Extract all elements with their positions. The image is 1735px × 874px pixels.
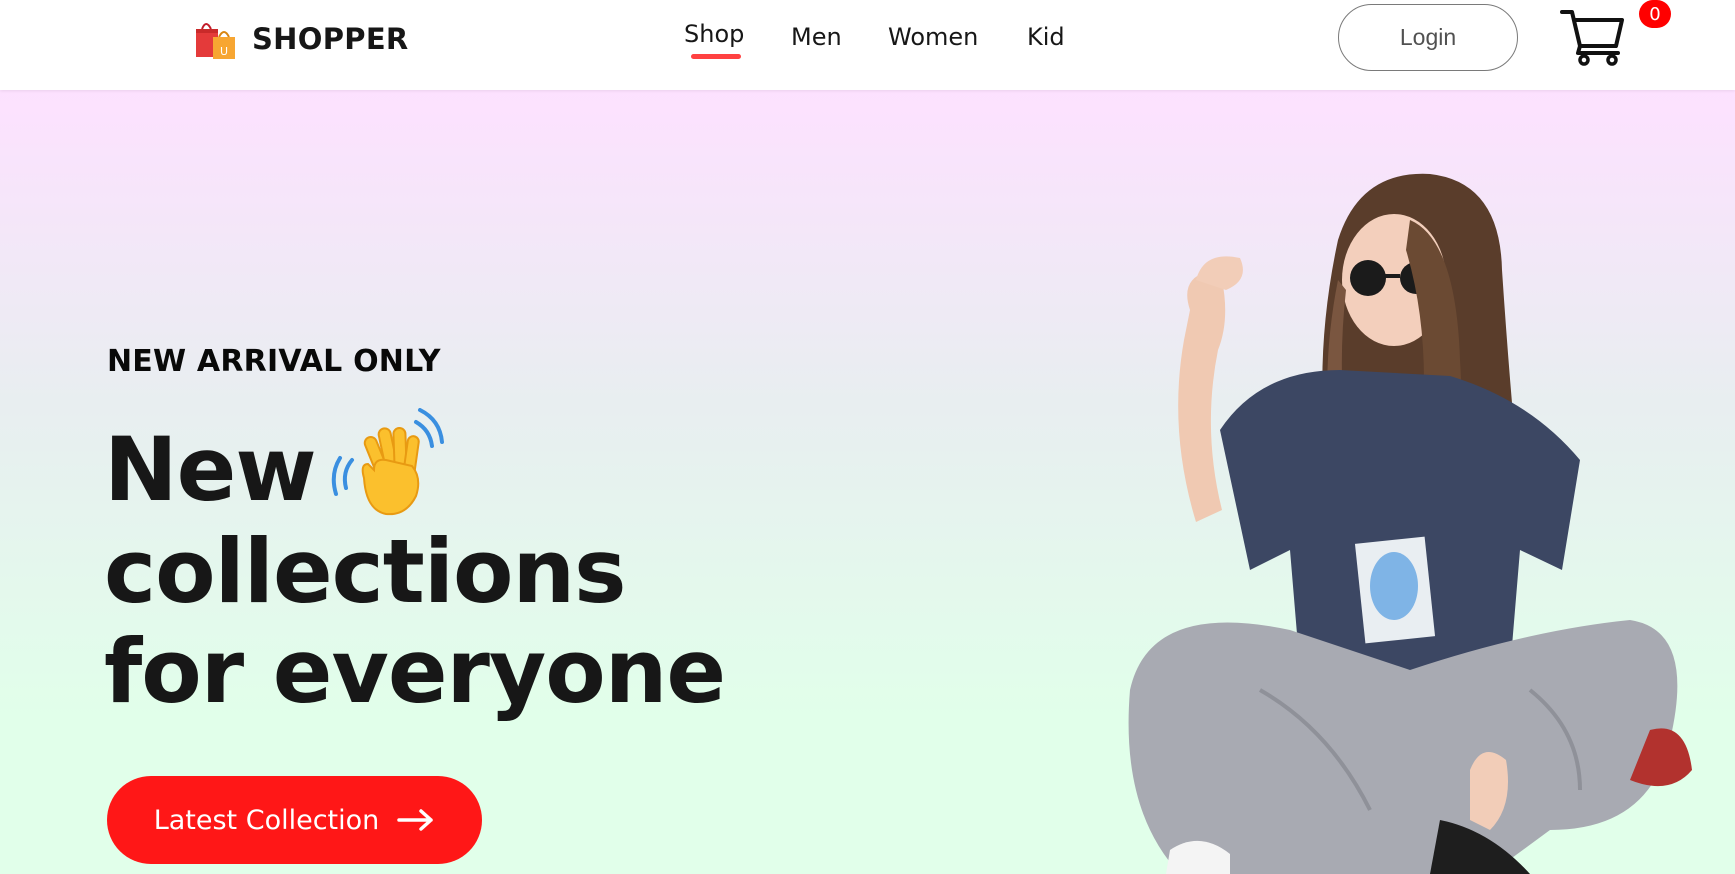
hero-headline-line-2: collections — [104, 520, 627, 623]
hero-headline-line-3: for everyone — [104, 620, 726, 723]
active-menu-indicator — [691, 54, 741, 59]
menu-item-kid[interactable]: Kid — [1027, 17, 1065, 57]
waving-hand-icon — [331, 408, 444, 516]
menu-item-men[interactable]: Men — [791, 17, 842, 57]
menu-item-women[interactable]: Women — [888, 17, 978, 57]
login-button[interactable]: Login — [1338, 4, 1518, 71]
hero-section: NEW ARRIVAL ONLY New collections for eve… — [0, 90, 1735, 874]
shopping-cart-icon — [1560, 10, 1624, 66]
hero-tagline: NEW ARRIVAL ONLY — [107, 344, 441, 379]
menu-item-shop[interactable]: Shop — [684, 14, 744, 54]
arrow-right-icon — [397, 809, 434, 831]
cart-count-badge: 0 — [1639, 0, 1671, 28]
hero-model-image — [1128, 173, 1692, 874]
latest-collection-button[interactable]: Latest Collection — [107, 776, 482, 864]
cart-button[interactable] — [1560, 2, 1640, 72]
hero-headline-line-1: New — [104, 418, 317, 521]
latest-collection-label: Latest Collection — [153, 804, 380, 836]
navbar: U SHOPPER Shop Men Women Kid Login 0 — [0, 0, 1735, 90]
